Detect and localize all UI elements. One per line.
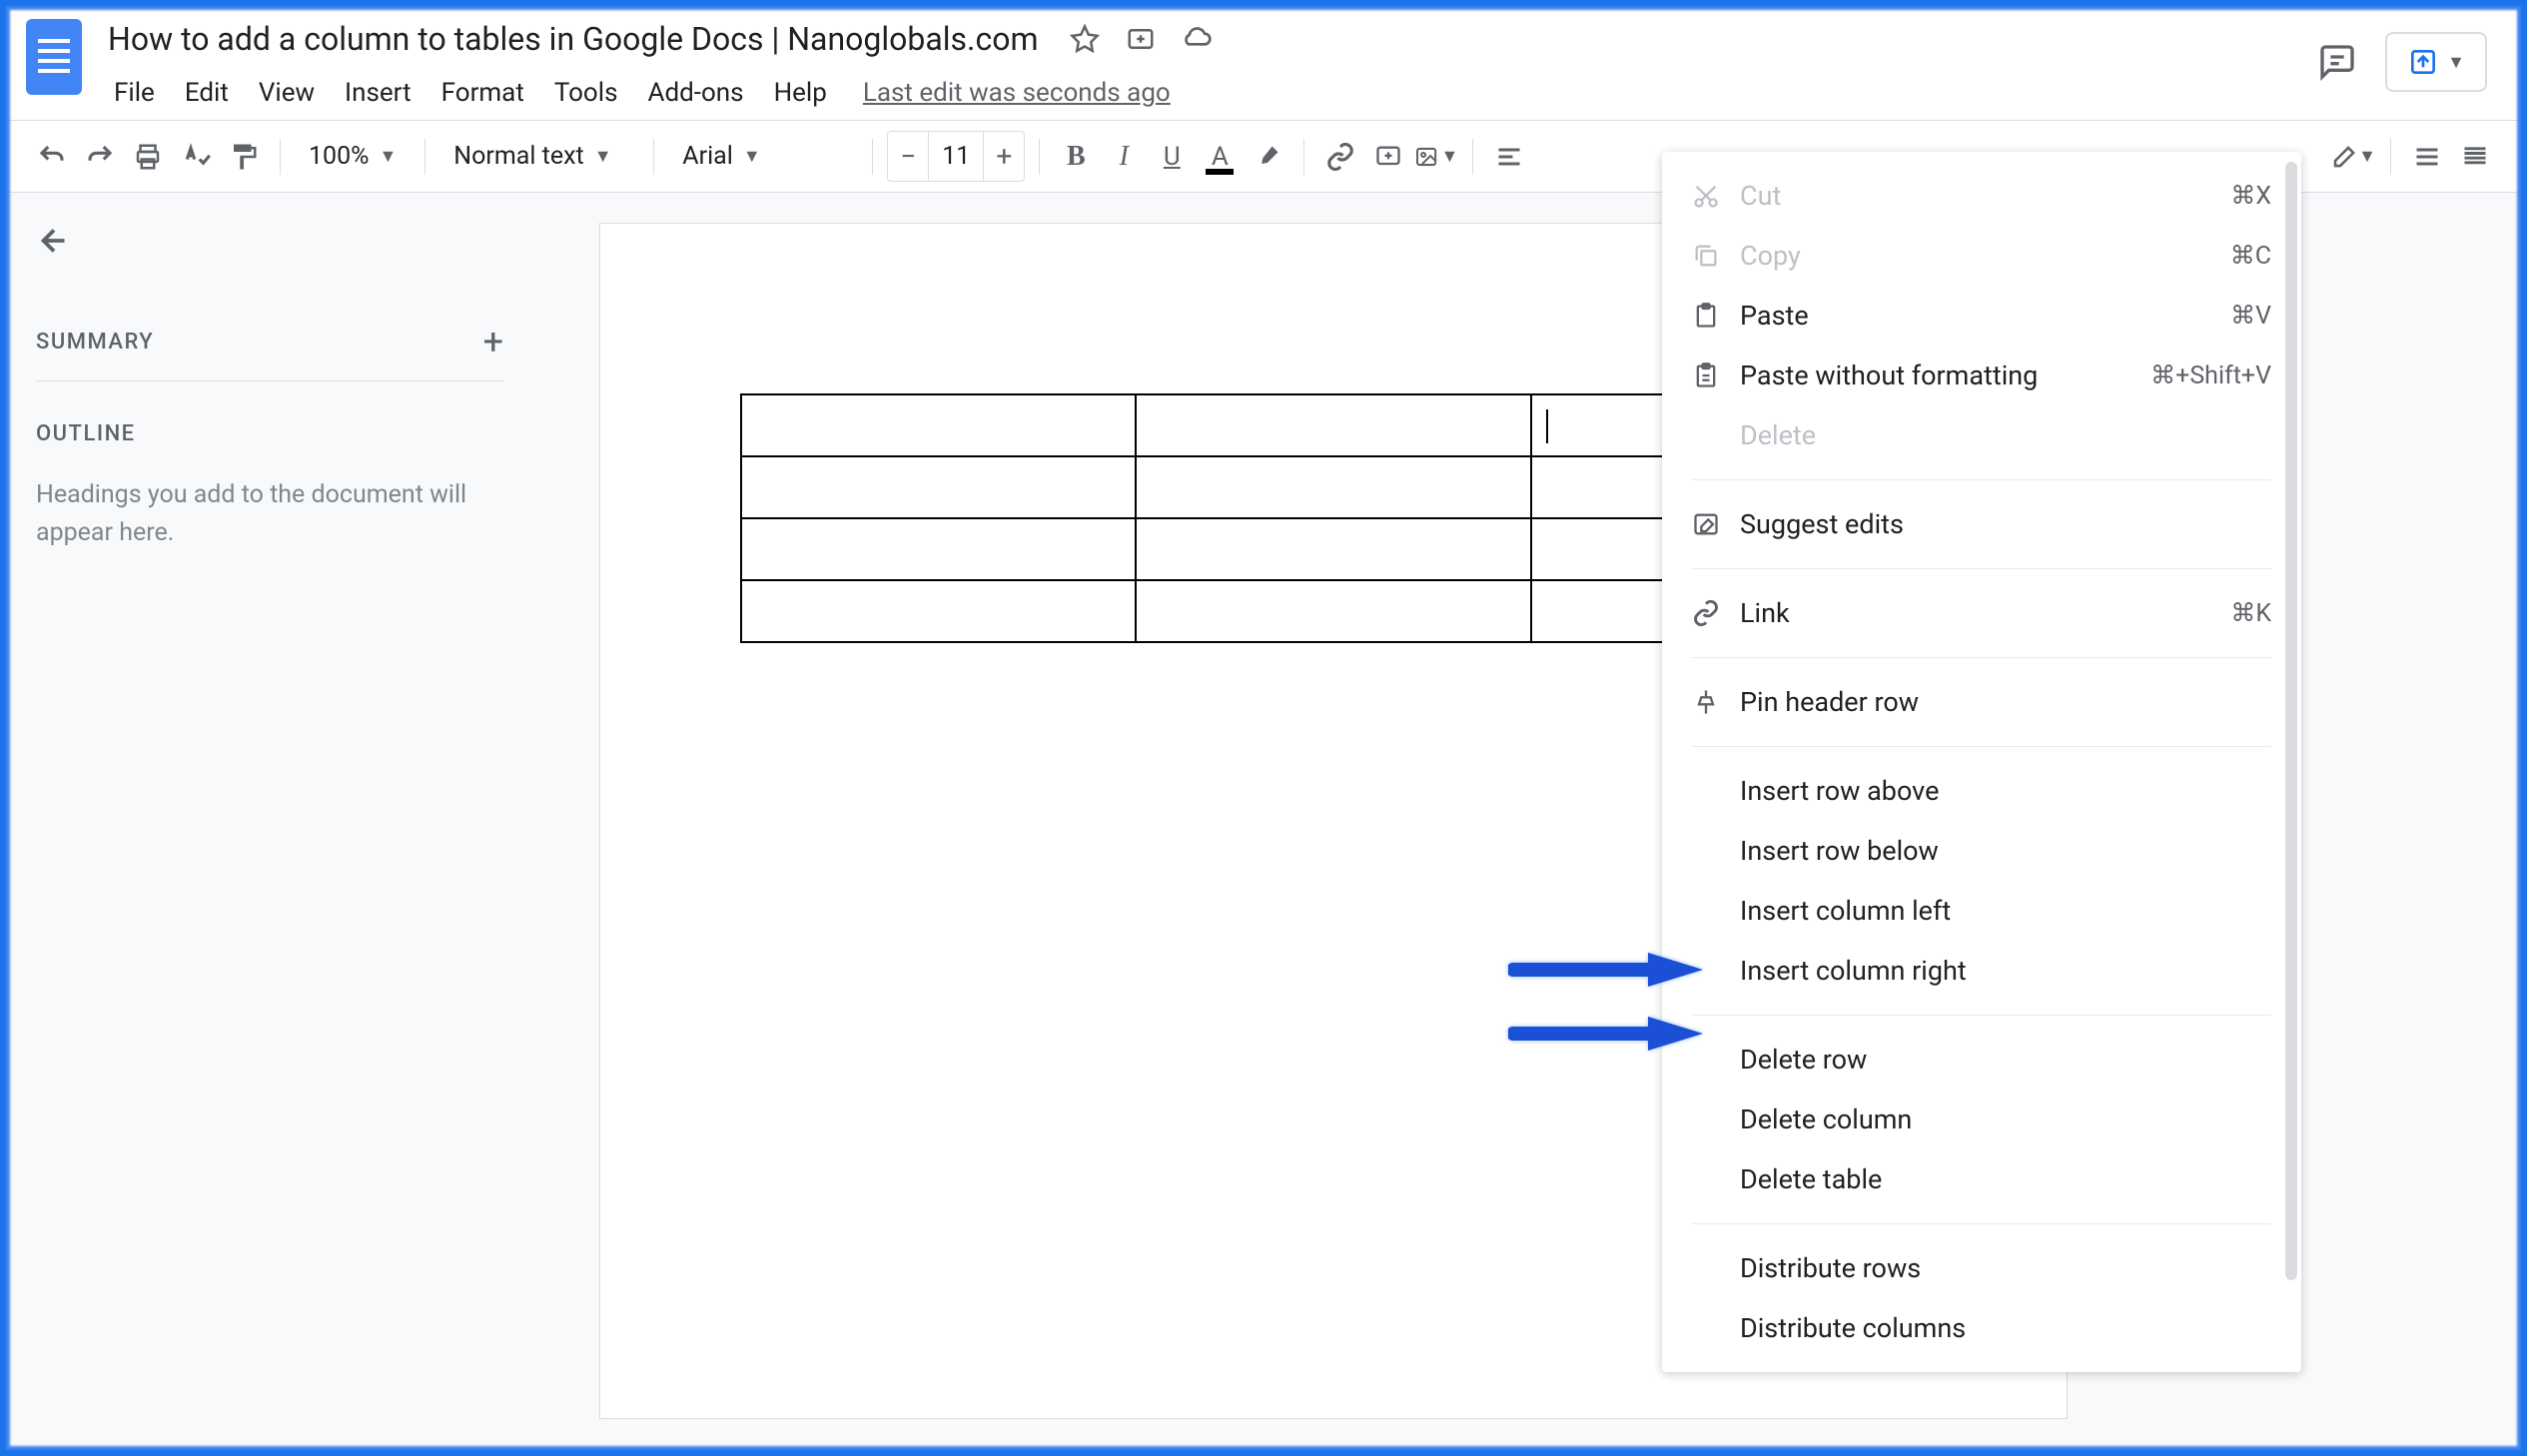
outline-hint-text: Headings you add to the document will ap… (36, 476, 503, 551)
menu-view[interactable]: View (245, 72, 329, 114)
ctx-insert-row-above[interactable]: Insert row above (1662, 761, 2301, 821)
ctx-delete-row[interactable]: Delete row (1662, 1030, 2301, 1090)
zoom-dropdown[interactable]: 100%▼ (295, 134, 411, 179)
ctx-insert-column-right[interactable]: Insert column right (1662, 941, 2301, 1001)
menu-addons[interactable]: Add-ons (634, 72, 758, 114)
paste-plain-icon (1692, 362, 1740, 389)
font-size-increase[interactable]: + (984, 135, 1024, 179)
font-size-input[interactable]: 11 (928, 132, 984, 181)
menu-format[interactable]: Format (427, 72, 538, 114)
move-icon[interactable] (1123, 21, 1159, 57)
ctx-delete: Delete (1662, 405, 2301, 465)
style-dropdown[interactable]: Normal text▼ (439, 134, 639, 179)
context-menu-scrollbar[interactable] (2285, 162, 2297, 1280)
share-button[interactable]: ▼ (2385, 32, 2487, 92)
italic-button[interactable]: I (1102, 135, 1146, 179)
menu-file[interactable]: File (100, 72, 169, 114)
ctx-delete-column[interactable]: Delete column (1662, 1090, 2301, 1149)
ctx-distribute-columns[interactable]: Distribute columns (1662, 1298, 2301, 1358)
image-button[interactable]: ▼ (1414, 135, 1458, 179)
cut-icon (1692, 182, 1740, 210)
print-button[interactable] (126, 135, 170, 179)
menu-insert[interactable]: Insert (331, 72, 425, 114)
font-size-decrease[interactable]: − (888, 135, 928, 179)
spellcheck-button[interactable] (174, 135, 218, 179)
suggest-icon (1692, 510, 1740, 538)
font-dropdown[interactable]: Arial▼ (668, 134, 858, 179)
ctx-cut: Cut ⌘X (1662, 166, 2301, 226)
outline-heading: OUTLINE (36, 421, 503, 446)
menu-tools[interactable]: Tools (540, 72, 632, 114)
bold-button[interactable]: B (1054, 135, 1098, 179)
ctx-paste[interactable]: Paste ⌘V (1662, 286, 2301, 346)
star-icon[interactable] (1067, 21, 1103, 57)
ctx-suggest-edits[interactable]: Suggest edits (1662, 494, 2301, 554)
link-icon (1692, 599, 1740, 627)
comments-button[interactable] (2309, 34, 2365, 90)
underline-button[interactable]: U (1150, 135, 1194, 179)
ctx-paste-without-formatting[interactable]: Paste without formatting ⌘+Shift+V (1662, 346, 2301, 405)
undo-button[interactable] (30, 135, 74, 179)
document-title[interactable]: How to add a column to tables in Google … (100, 16, 1047, 62)
chevron-down-icon: ▼ (2447, 52, 2465, 73)
last-edit-link[interactable]: Last edit was seconds ago (863, 78, 1171, 108)
text-color-button[interactable]: A (1198, 135, 1242, 179)
outline-sidebar: SUMMARY + OUTLINE Headings you add to th… (0, 193, 539, 1449)
expand-button[interactable] (2453, 135, 2497, 179)
comment-button[interactable] (1366, 135, 1410, 179)
annotation-arrow-2 (1508, 1009, 1708, 1059)
pin-icon (1692, 688, 1740, 716)
menu-edit[interactable]: Edit (171, 72, 243, 114)
link-button[interactable] (1318, 135, 1362, 179)
context-menu: Cut ⌘X Copy ⌘C Paste ⌘V Paste without fo… (1662, 152, 2301, 1372)
ctx-copy: Copy ⌘C (1662, 226, 2301, 286)
summary-heading: SUMMARY (36, 330, 154, 355)
redo-button[interactable] (78, 135, 122, 179)
align-button[interactable] (1487, 135, 1531, 179)
paste-icon (1692, 302, 1740, 330)
ctx-insert-column-left[interactable]: Insert column left (1662, 881, 2301, 941)
cloud-icon[interactable] (1179, 21, 1215, 57)
ctx-delete-table[interactable]: Delete table (1662, 1149, 2301, 1209)
paint-format-button[interactable] (222, 135, 266, 179)
edit-mode-button[interactable]: ▼ (2332, 135, 2376, 179)
ctx-distribute-rows[interactable]: Distribute rows (1662, 1238, 2301, 1298)
ctx-insert-row-below[interactable]: Insert row below (1662, 821, 2301, 881)
ctx-link[interactable]: Link ⌘K (1662, 583, 2301, 643)
menu-help[interactable]: Help (760, 72, 841, 114)
hide-menus-button[interactable] (2405, 135, 2449, 179)
docs-logo[interactable] (20, 12, 88, 102)
annotation-arrow-1 (1508, 945, 1708, 995)
highlight-button[interactable] (1246, 135, 1289, 179)
back-arrow-button[interactable] (36, 223, 76, 263)
add-summary-button[interactable]: + (483, 321, 503, 363)
ctx-pin-header[interactable]: Pin header row (1662, 672, 2301, 732)
copy-icon (1692, 242, 1740, 270)
